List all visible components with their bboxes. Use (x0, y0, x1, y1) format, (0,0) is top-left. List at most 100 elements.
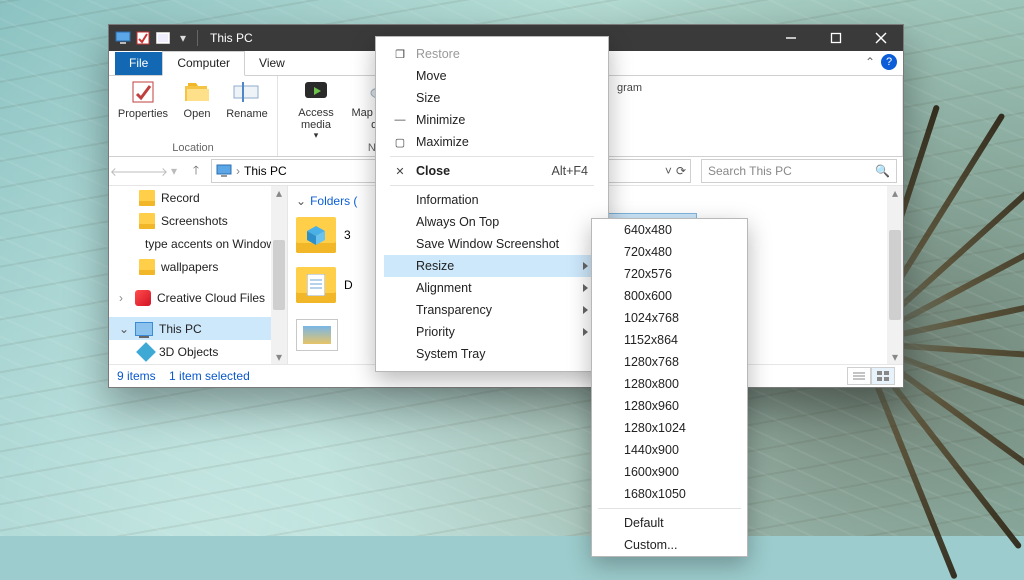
resize-custom[interactable]: Custom... (592, 534, 747, 556)
menu-priority[interactable]: Priority (384, 321, 600, 343)
ribbon-rename[interactable]: Rename (223, 78, 271, 120)
folder-3d-icon (296, 217, 336, 253)
menu-save-screenshot[interactable]: Save Window Screenshot (384, 233, 600, 255)
menu-information[interactable]: Information (384, 189, 600, 211)
address-refresh-icon[interactable]: ⟳ (676, 164, 686, 178)
menu-close-hotkey: Alt+F4 (552, 164, 588, 178)
ribbon-open-label: Open (184, 108, 211, 120)
folder-item-label: D (344, 278, 353, 292)
menu-alignment[interactable]: Alignment (384, 277, 600, 299)
tab-file[interactable]: File (115, 52, 162, 75)
folder-icon (139, 213, 155, 229)
access-media-icon (302, 77, 330, 105)
view-icons-button[interactable] (871, 367, 895, 385)
breadcrumb-chevron-icon[interactable]: › (236, 164, 240, 178)
resize-option[interactable]: 1152x864 (592, 329, 747, 351)
resize-submenu: 640x480720x480720x576800x6001024x7681152… (591, 218, 748, 557)
search-input[interactable]: Search This PC 🔍 (701, 159, 897, 183)
resize-option[interactable]: 1280x1024 (592, 417, 747, 439)
resize-option[interactable]: 720x480 (592, 241, 747, 263)
sidebar-item-label: Record (161, 191, 200, 205)
address-dropdown-icon[interactable]: ˅ (665, 164, 672, 178)
breadcrumb-this-pc[interactable]: This PC (244, 164, 287, 178)
navigation-pane[interactable]: Record Screenshots type accents on Windo… (109, 186, 288, 364)
resize-option[interactable]: 1440x900 (592, 439, 747, 461)
resize-option[interactable]: 800x600 (592, 285, 747, 307)
resize-default[interactable]: Default (592, 512, 747, 534)
sidebar-item-this-pc[interactable]: ⌄This PC (109, 317, 287, 340)
window-title: This PC (210, 31, 253, 45)
sidebar-item-creativecloud[interactable]: ›Creative Cloud Files (109, 286, 287, 309)
maximize-button[interactable] (813, 25, 858, 51)
submenu-arrow-icon (583, 328, 588, 336)
3dobjects-icon (136, 342, 156, 362)
ribbon-open[interactable]: Open (177, 78, 217, 120)
nav-recent-button[interactable]: ▾ (167, 160, 181, 182)
qa-properties-icon[interactable] (135, 30, 151, 46)
nav-up-button[interactable]: 🡑 (185, 160, 207, 182)
sidebar-item-record[interactable]: Record (109, 186, 287, 209)
menu-restore[interactable]: ❐Restore (384, 43, 600, 65)
sidebar-scrollbar[interactable]: ▴▾ (271, 186, 287, 364)
sidebar-item-label: Creative Cloud Files (157, 291, 265, 305)
ribbon-truncated-label: gram (617, 82, 642, 94)
properties-icon (129, 78, 157, 106)
resize-option[interactable]: 1280x800 (592, 373, 747, 395)
qa-dropdown-icon[interactable]: ▾ (175, 30, 191, 46)
menu-resize[interactable]: Resize (384, 255, 600, 277)
nav-back-button[interactable]: 🡐 (115, 160, 137, 182)
menu-move[interactable]: Move (384, 65, 600, 87)
resize-option[interactable]: 1680x1050 (592, 483, 747, 505)
ribbon-collapse-icon[interactable]: ⌃ (865, 55, 875, 69)
sidebar-item-desktop[interactable]: Desktop (109, 363, 287, 364)
resize-option[interactable]: 1280x768 (592, 351, 747, 373)
menu-maximize[interactable]: ▢Maximize (384, 131, 600, 153)
sidebar-item-label: type accents on Windows 10 (145, 237, 288, 251)
system-menu: ❐Restore Move Size —Minimize ▢Maximize ✕… (375, 36, 609, 372)
menu-close[interactable]: ✕CloseAlt+F4 (384, 160, 600, 182)
sidebar-item-label: Screenshots (161, 214, 228, 228)
help-icon[interactable]: ? (881, 54, 897, 70)
menu-transparency[interactable]: Transparency (384, 299, 600, 321)
ribbon-rename-label: Rename (226, 108, 268, 120)
menu-size[interactable]: Size (384, 87, 600, 109)
view-details-button[interactable] (847, 367, 871, 385)
resize-option[interactable]: 720x576 (592, 263, 747, 285)
menu-always-on-top[interactable]: Always On Top (384, 211, 600, 233)
status-count: 9 items (117, 369, 156, 383)
ribbon-access-media[interactable]: Access media▾ (293, 77, 339, 141)
ribbon-properties[interactable]: Properties (115, 78, 171, 120)
nav-forward-button[interactable]: 🡒 (141, 160, 163, 182)
rename-icon (233, 78, 261, 106)
tab-view[interactable]: View (245, 52, 299, 75)
submenu-arrow-icon (583, 306, 588, 314)
sidebar-item-typeaccents[interactable]: type accents on Windows 10 (109, 232, 287, 255)
qa-newfolder-icon[interactable] (155, 30, 171, 46)
close-button[interactable] (858, 25, 903, 51)
close-icon: ✕ (392, 165, 408, 178)
resize-option[interactable]: 640x480 (592, 219, 747, 241)
menu-system-tray[interactable]: System Tray (384, 343, 600, 365)
submenu-arrow-icon (583, 284, 588, 292)
sidebar-item-screenshots[interactable]: Screenshots (109, 209, 287, 232)
maximize-icon: ▢ (392, 136, 408, 149)
sidebar-item-wallpapers[interactable]: wallpapers (109, 255, 287, 278)
menu-minimize[interactable]: —Minimize (384, 109, 600, 131)
creative-cloud-icon (135, 290, 151, 306)
resize-option[interactable]: 1600x900 (592, 461, 747, 483)
resize-option[interactable]: 1280x960 (592, 395, 747, 417)
sidebar-item-label: 3D Objects (159, 345, 218, 359)
this-pc-title-icon (115, 30, 131, 46)
this-pc-icon (135, 322, 153, 336)
folder-documents-icon (296, 267, 336, 303)
ribbon-access-label: Access media (293, 107, 339, 131)
content-scrollbar[interactable]: ▴▾ (887, 186, 903, 364)
resize-option[interactable]: 1024x768 (592, 307, 747, 329)
minimize-button[interactable] (768, 25, 813, 51)
open-icon (183, 78, 211, 106)
tab-computer[interactable]: Computer (162, 51, 245, 76)
folder-icon (139, 259, 155, 275)
search-icon: 🔍 (875, 164, 890, 178)
sidebar-item-3dobjects[interactable]: 3D Objects (109, 340, 287, 363)
ribbon-group-location: Location (172, 142, 214, 154)
